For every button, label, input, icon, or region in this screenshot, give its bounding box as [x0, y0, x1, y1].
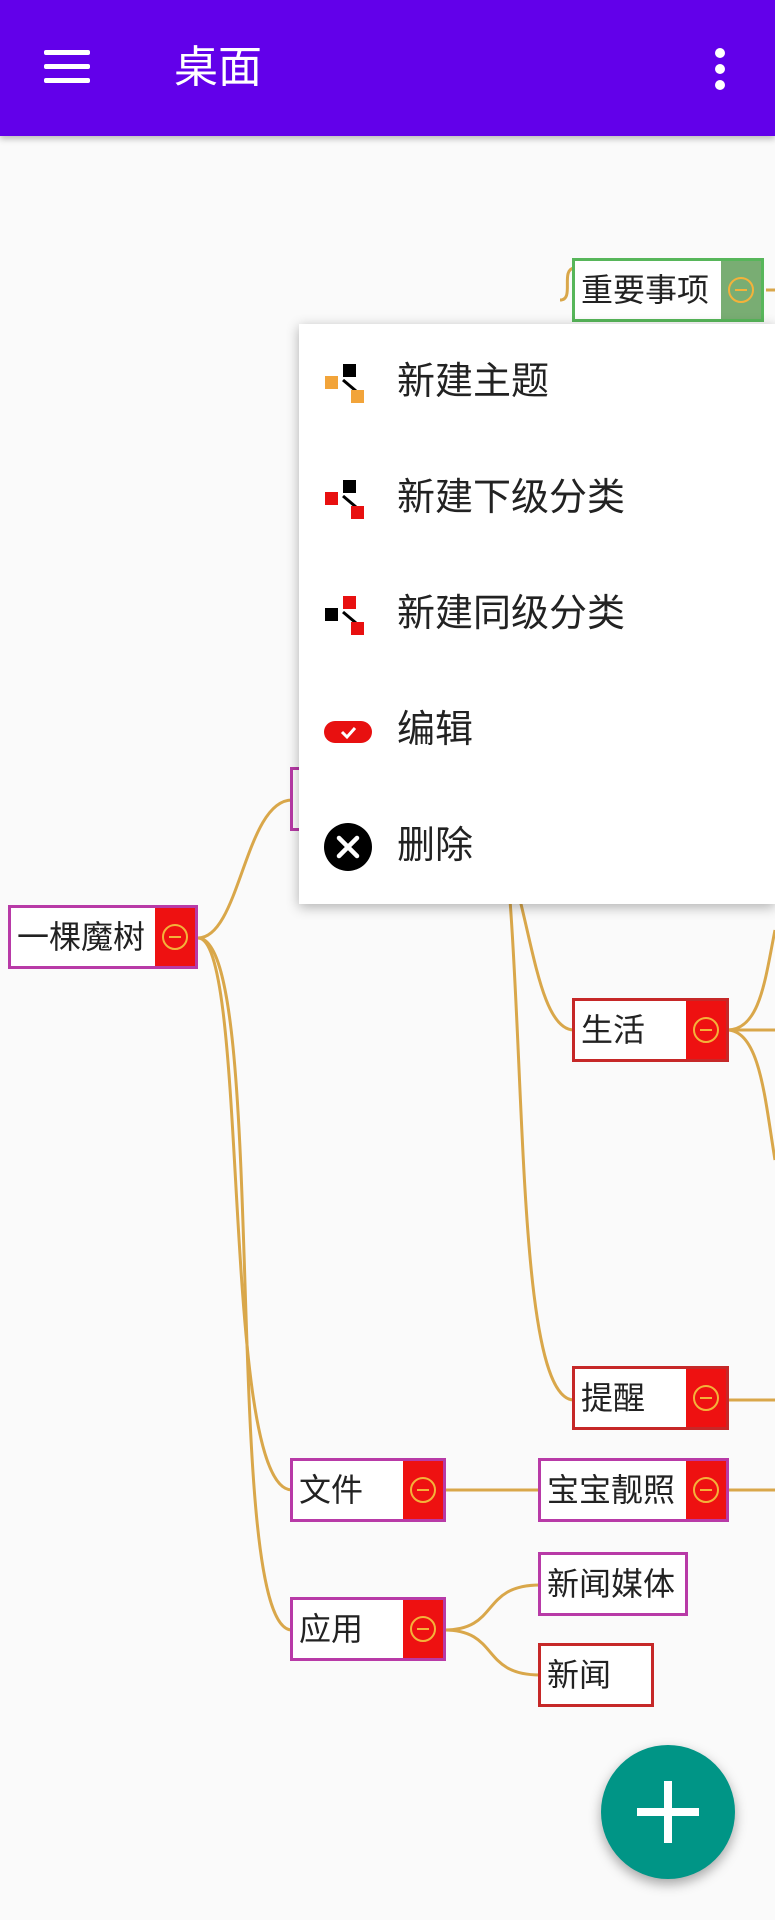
edge-apps-newsmedia — [443, 1583, 541, 1632]
node-label: 应用 — [299, 1610, 364, 1648]
node-label: 提醒 — [581, 1379, 646, 1417]
mindmap-node-news[interactable]: 新闻 — [538, 1643, 654, 1707]
edge-root-files — [197, 936, 293, 1492]
minus-circle-icon[interactable] — [686, 1369, 726, 1427]
mindmap-node-important[interactable]: 重要事项 — [572, 258, 764, 322]
mindmap-node-files[interactable]: 文件 — [290, 1458, 446, 1522]
more-options-icon[interactable] — [710, 46, 730, 92]
menu-item-new-child[interactable]: 新建下级分类 — [299, 440, 775, 556]
node-label: 新闻 — [547, 1656, 612, 1694]
node-label: 宝宝靓照 — [547, 1471, 676, 1509]
edge-apps-news — [443, 1628, 541, 1677]
menu-icon[interactable] — [44, 50, 90, 84]
edge-life-right1 — [726, 929, 775, 1032]
new-topic-icon — [325, 364, 364, 403]
mindmap-node-news-media[interactable]: 新闻媒体 — [538, 1552, 688, 1616]
page-title: 桌面 — [174, 42, 262, 93]
mindmap-node-baby-photos[interactable]: 宝宝靓照 — [538, 1458, 729, 1522]
edit-icon — [324, 721, 372, 743]
context-menu: 新建主题 新建下级分类 新建同级分类 编辑 删除 — [299, 324, 775, 904]
new-sibling-icon — [325, 596, 364, 635]
minus-circle-icon[interactable] — [686, 1461, 726, 1519]
edge-root-apps — [197, 936, 293, 1632]
minus-circle-icon[interactable] — [686, 1001, 726, 1059]
mindmap-node-root[interactable]: 一棵魔树 — [8, 905, 198, 969]
edge-root-hidden — [197, 798, 293, 940]
menu-item-new-topic[interactable]: 新建主题 — [299, 324, 775, 440]
menu-item-delete[interactable]: 删除 — [299, 788, 775, 904]
add-fab-button[interactable] — [601, 1745, 735, 1879]
app-bar: 桌面 — [0, 0, 775, 136]
minus-circle-icon[interactable] — [403, 1461, 443, 1519]
new-child-icon — [325, 480, 364, 519]
node-label: 文件 — [299, 1471, 364, 1509]
edge-life-right3 — [726, 1028, 775, 1161]
menu-item-edit[interactable]: 编辑 — [299, 672, 775, 788]
edge-life — [518, 899, 575, 1032]
node-label: 重要事项 — [581, 271, 710, 309]
delete-icon — [324, 823, 372, 871]
node-label: 新闻媒体 — [547, 1565, 676, 1603]
menu-item-new-sibling[interactable]: 新建同级分类 — [299, 556, 775, 672]
edge-reminder — [508, 899, 575, 1402]
mindmap-node-life[interactable]: 生活 — [572, 998, 729, 1062]
minus-circle-icon[interactable] — [721, 261, 761, 319]
node-label: 生活 — [581, 1011, 646, 1049]
mindmap-node-reminder[interactable]: 提醒 — [572, 1366, 729, 1430]
node-label: 一棵魔树 — [17, 918, 146, 956]
minus-circle-icon[interactable] — [155, 908, 195, 966]
mindmap-node-apps[interactable]: 应用 — [290, 1597, 446, 1661]
minus-circle-icon[interactable] — [403, 1600, 443, 1658]
